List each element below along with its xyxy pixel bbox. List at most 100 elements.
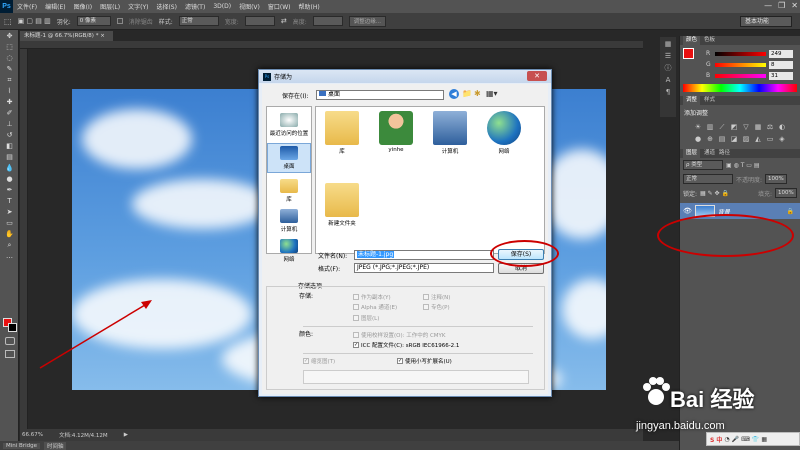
type-tool-icon[interactable]: T: [3, 196, 16, 206]
menu-layer[interactable]: 图层(L): [96, 2, 124, 11]
history-brush-tool-icon[interactable]: ↺: [3, 130, 16, 140]
color-spectrum[interactable]: [683, 84, 797, 92]
vibrance-icon[interactable]: ▽: [742, 123, 750, 131]
eyedropper-tool-icon[interactable]: ⌇: [3, 86, 16, 96]
place-recent[interactable]: 最近访问的位置: [267, 113, 311, 137]
color-swatch-pair[interactable]: [683, 48, 699, 64]
screen-mode-icon[interactable]: [5, 350, 15, 358]
tab-channels[interactable]: 通道: [704, 149, 715, 158]
punctuation-icon[interactable]: ◔: [724, 436, 729, 443]
menu-window[interactable]: 窗口(W): [264, 2, 295, 11]
alpha-checkbox[interactable]: Alpha 通道(E): [353, 303, 397, 311]
menu-view[interactable]: 视图(V): [235, 2, 264, 11]
blend-mode-select[interactable]: 正常: [683, 174, 733, 184]
back-icon[interactable]: ◀: [449, 89, 459, 99]
color-balance-icon[interactable]: ⚖: [766, 123, 774, 131]
eraser-tool-icon[interactable]: ◧: [3, 141, 16, 151]
lock-icons[interactable]: ▦ ✎ ✥ 🔒: [700, 190, 729, 197]
move-tool-icon[interactable]: ✥: [3, 31, 16, 41]
keyboard-icon[interactable]: ⌨: [741, 436, 750, 443]
tab-styles[interactable]: 样式: [704, 96, 715, 105]
levels-icon[interactable]: ▥: [706, 123, 714, 131]
red-slider[interactable]: [715, 51, 766, 56]
layers-checkbox[interactable]: 图层(L): [353, 314, 379, 322]
filename-input[interactable]: 未标题-1.jpg: [354, 250, 494, 260]
file-item-network[interactable]: 网络: [482, 111, 526, 155]
height-input[interactable]: [312, 16, 343, 26]
gradient-tool-icon[interactable]: ▤: [3, 152, 16, 162]
stamp-tool-icon[interactable]: ⊥: [3, 119, 16, 129]
gradient-map-icon[interactable]: ▭: [766, 135, 774, 143]
menu-filter[interactable]: 滤镜(T): [181, 2, 209, 11]
info-panel-icon[interactable]: ⓘ: [663, 64, 673, 73]
save-in-select[interactable]: 桌面: [316, 90, 444, 100]
marquee-tool-icon[interactable]: ⬚: [3, 42, 16, 52]
hand-tool-icon[interactable]: ✋: [3, 229, 16, 239]
menu-edit[interactable]: 编辑(E): [41, 2, 69, 11]
workspace-select[interactable]: 基本功能: [740, 16, 792, 27]
up-folder-icon[interactable]: 📁: [462, 89, 472, 98]
opacity-input[interactable]: 100%: [765, 174, 788, 184]
skin-icon[interactable]: 👕: [752, 436, 759, 443]
tab-swatches[interactable]: 色板: [704, 36, 715, 45]
posterize-icon[interactable]: ▨: [742, 135, 750, 143]
ime-label[interactable]: S 中: [710, 435, 722, 444]
menu-file[interactable]: 文件(F): [13, 2, 41, 11]
tab-adjustments[interactable]: 调整: [683, 96, 701, 105]
tab-timeline[interactable]: 时间轴: [43, 441, 67, 450]
minimize-icon[interactable]: —: [764, 1, 772, 10]
vertical-ruler[interactable]: [20, 49, 28, 429]
as-copy-checkbox[interactable]: 作为副本(Y): [353, 293, 391, 301]
filter-icons[interactable]: ▣ ◍ T ▭ ▤: [726, 162, 760, 169]
quick-select-tool-icon[interactable]: ✎: [3, 64, 16, 74]
shape-tool-icon[interactable]: ▭: [3, 218, 16, 228]
selection-mode-icons[interactable]: ▣ ▢ ▤ ▥: [18, 17, 51, 25]
more-tools-icon[interactable]: …: [3, 251, 16, 261]
tab-color[interactable]: 颜色: [683, 36, 701, 45]
fill-input[interactable]: 100%: [775, 188, 797, 198]
horizontal-ruler[interactable]: [20, 41, 643, 49]
blue-value[interactable]: 31: [769, 71, 793, 80]
menu-image[interactable]: 图像(I): [70, 2, 96, 11]
lasso-tool-icon[interactable]: ◌: [3, 53, 16, 63]
file-item-computer[interactable]: 计算机: [428, 111, 472, 155]
tools-icon[interactable]: ▦: [761, 436, 767, 443]
paragraph-panel-icon[interactable]: ¶: [663, 88, 673, 97]
menu-help[interactable]: 帮助(H): [295, 2, 324, 11]
green-value[interactable]: 8: [769, 60, 793, 69]
quick-mask-icon[interactable]: [5, 337, 15, 345]
green-slider[interactable]: [715, 62, 766, 67]
feather-input[interactable]: 0 像素: [76, 16, 111, 26]
eye-icon[interactable]: 👁: [683, 207, 692, 215]
icc-checkbox[interactable]: ✓ ICC 配置文件(C): sRGB IEC61966-2.1: [353, 341, 459, 349]
refine-edge-button[interactable]: 调整边缘...: [348, 15, 386, 27]
format-select[interactable]: JPEG (*.JPG;*.JPEG;*.JPE): [354, 263, 494, 273]
place-network[interactable]: 网络: [267, 239, 311, 263]
file-item-new-folder[interactable]: 新建文件夹: [320, 183, 364, 227]
layer-kind-filter[interactable]: ρ 类型: [683, 160, 723, 170]
brightness-icon[interactable]: ☀: [694, 123, 702, 131]
file-list[interactable]: 库 yinhe 计算机 网络 新建文件夹: [315, 106, 545, 254]
document-tab[interactable]: 未标题-1 @ 66.7%(RGB/8) * ×: [20, 31, 113, 41]
photo-filter-icon[interactable]: ●: [694, 135, 702, 143]
foreground-color-swatch[interactable]: [683, 48, 694, 59]
proof-checkbox[interactable]: 使用校样设置(O): 工作中的 CMYK: [353, 331, 446, 339]
close-icon[interactable]: ✕: [791, 1, 798, 10]
zoom-tool-icon[interactable]: ⌕: [3, 240, 16, 250]
exposure-icon[interactable]: ◩: [730, 123, 738, 131]
tab-paths[interactable]: 路径: [719, 149, 730, 158]
healing-tool-icon[interactable]: ✚: [3, 97, 16, 107]
hue-icon[interactable]: ▦: [754, 123, 762, 131]
swap-icon[interactable]: ⇄: [281, 17, 287, 25]
document-size[interactable]: 文档:4.12M/4.12M: [59, 431, 108, 439]
restore-icon[interactable]: ❐: [778, 1, 785, 10]
place-libraries[interactable]: 库: [267, 179, 311, 203]
place-desktop[interactable]: 桌面: [267, 143, 311, 173]
file-item-user[interactable]: yinhe: [374, 111, 418, 153]
blur-tool-icon[interactable]: 💧: [3, 163, 16, 173]
dialog-close-button[interactable]: ✕: [527, 71, 547, 81]
marquee-tool-icon[interactable]: ⬚: [4, 17, 12, 26]
menu-3d[interactable]: 3D(D): [209, 3, 235, 10]
crop-tool-icon[interactable]: ⌗: [3, 75, 16, 85]
menu-type[interactable]: 文字(Y): [124, 2, 152, 11]
